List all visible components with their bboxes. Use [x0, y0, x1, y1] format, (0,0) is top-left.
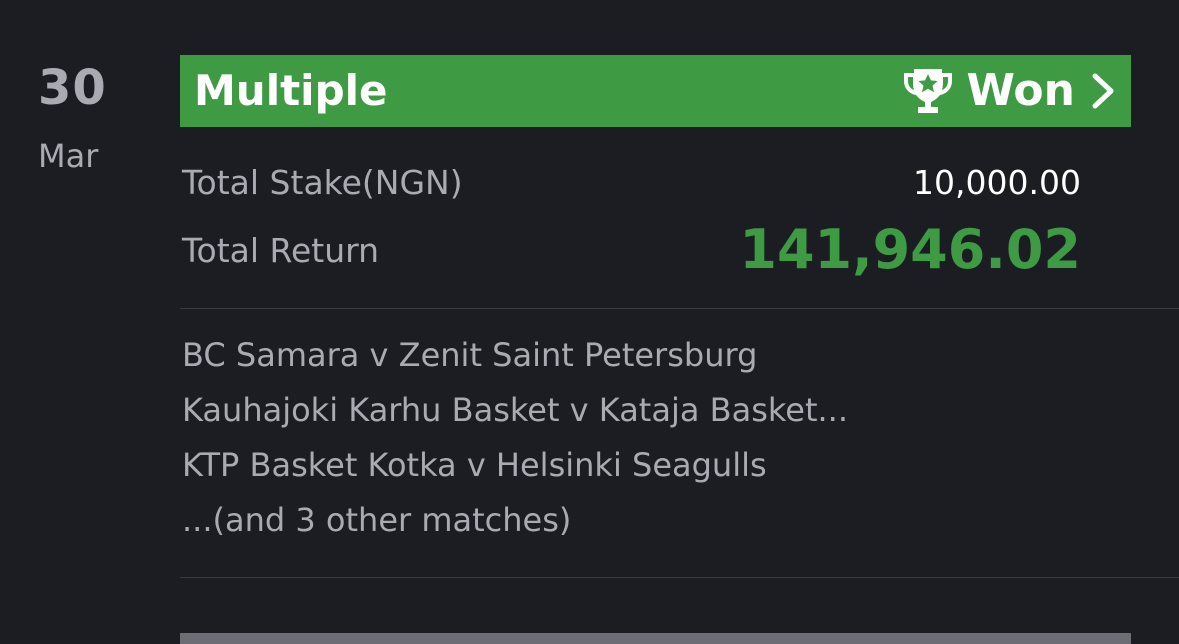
date-day: 30 [38, 60, 107, 116]
status-text: Won [966, 65, 1075, 116]
total-return-label: Total Return [182, 231, 380, 270]
divider [180, 577, 1179, 578]
bet-header-button[interactable]: Multiple Won [180, 55, 1131, 127]
total-stake-label: Total Stake(NGN) [182, 163, 463, 202]
next-bet-card[interactable] [180, 633, 1131, 644]
match-item: KTP Basket Kotka v Helsinki Seagulls [182, 446, 767, 484]
bet-status: Won [900, 65, 1117, 117]
more-matches-text: ...(and 3 other matches) [182, 501, 572, 539]
date-month: Mar [38, 137, 99, 175]
divider [180, 308, 1179, 309]
match-item: Kauhajoki Karhu Basket v Kataja Basket..… [182, 391, 848, 429]
match-item: BC Samara v Zenit Saint Petersburg [182, 336, 758, 374]
chevron-right-icon [1092, 73, 1114, 109]
trophy-icon [904, 69, 953, 113]
total-return-value: 141,946.02 [739, 218, 1081, 281]
bet-type-label: Multiple [194, 66, 388, 115]
total-stake-value: 10,000.00 [913, 163, 1081, 202]
